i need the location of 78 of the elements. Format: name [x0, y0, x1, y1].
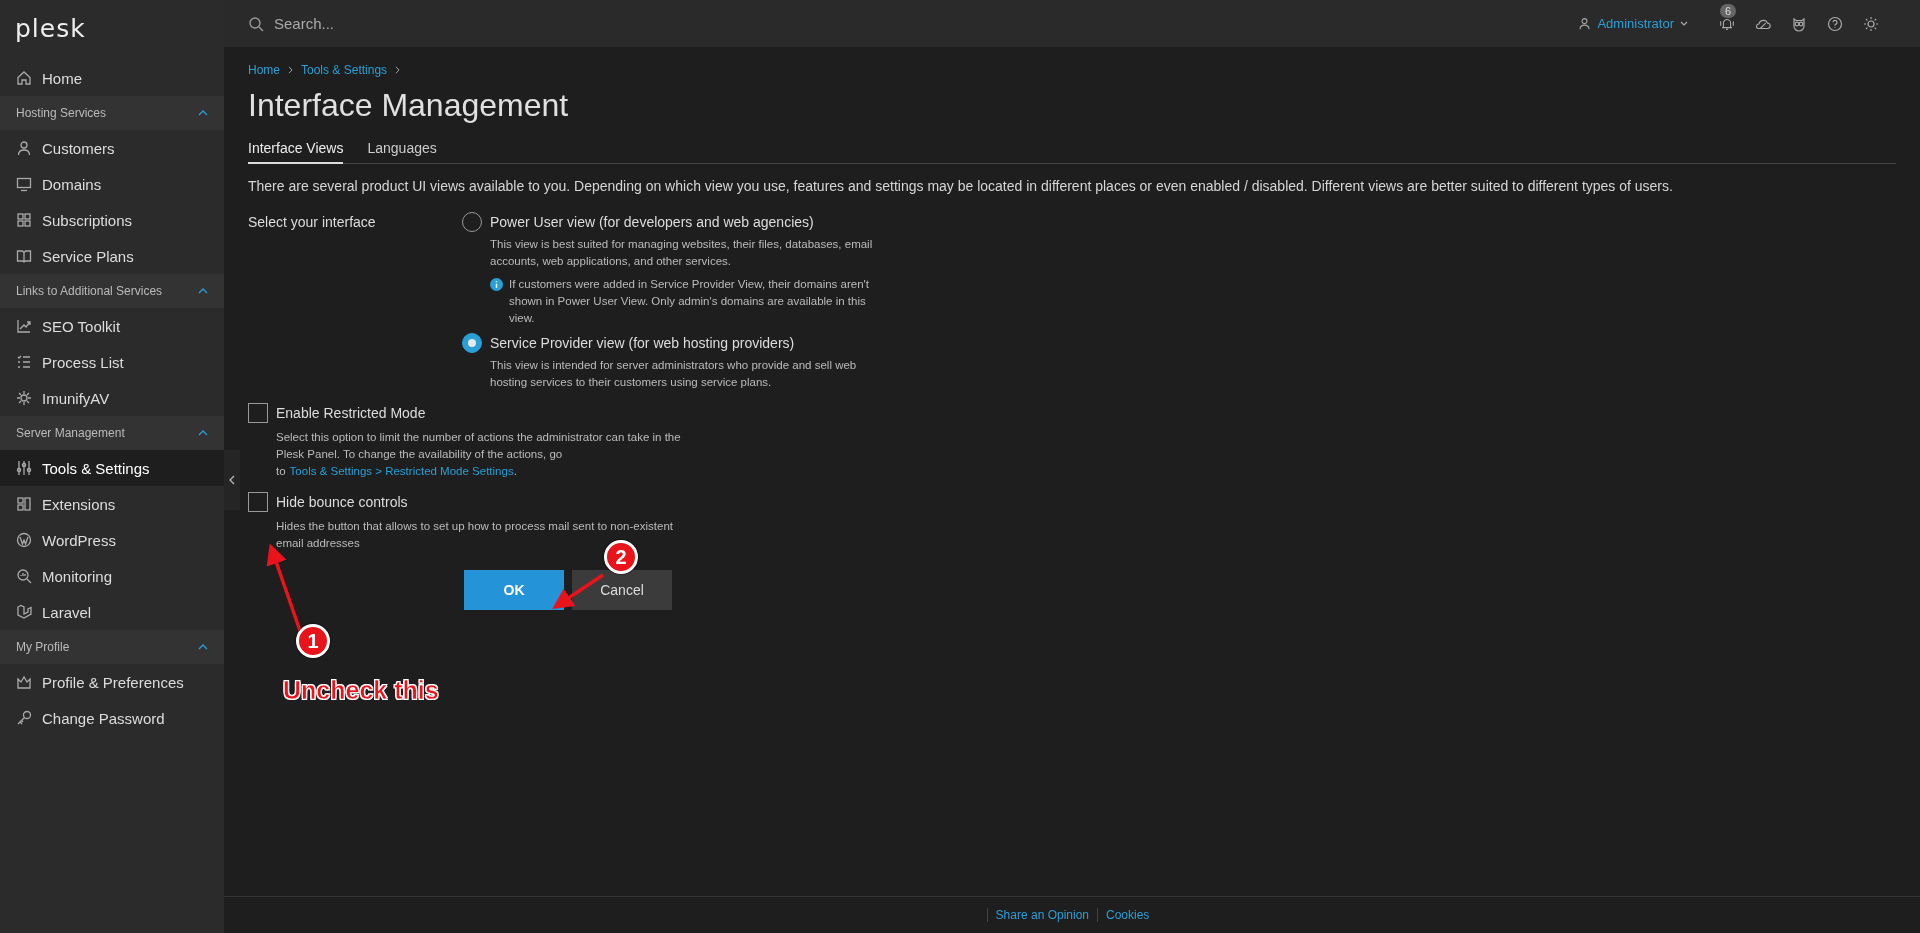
home-icon	[16, 70, 32, 86]
chevron-right-icon	[395, 66, 401, 74]
footer-link[interactable]: Cookies	[1097, 908, 1158, 922]
sidebar-item[interactable]: Home	[0, 60, 224, 96]
gear-icon	[16, 390, 32, 406]
sliders-icon	[16, 460, 32, 476]
crown-icon	[16, 674, 32, 690]
chart-icon	[16, 318, 32, 334]
sidebar-item[interactable]: Subscriptions	[0, 202, 224, 238]
tab[interactable]: Interface Views	[248, 138, 344, 164]
tab[interactable]: Languages	[367, 138, 437, 164]
section-header[interactable]: Hosting Services	[0, 96, 224, 130]
sidebar-item[interactable]: Profile & Preferences	[0, 664, 224, 700]
annotation-text: Uncheck this	[283, 676, 439, 705]
field-label: Select your interface	[248, 213, 377, 232]
radio-label: Power User view (for developers and web agencies)	[490, 214, 814, 230]
chevron-right-icon	[288, 66, 293, 74]
user-menu[interactable]: Administrator	[1578, 16, 1688, 31]
step-badge: 2	[604, 540, 638, 574]
sidebar-item[interactable]: Service Plans	[0, 238, 224, 274]
collapse-sidebar-button[interactable]	[224, 450, 240, 510]
section-title: My Profile	[16, 640, 70, 654]
sun-icon[interactable]	[1862, 15, 1880, 32]
search-icon	[248, 15, 264, 32]
key-icon	[16, 710, 32, 726]
option-description: Select this option to limit the number of actions the administrator can take in the Plesk Panel. To change the availability of the actions, go to Tools & Settings > Restricted Mode Settings.	[276, 430, 682, 479]
sidebar-item[interactable]: ImunifyAV	[0, 380, 224, 416]
cancel-button[interactable]: Cancel	[572, 570, 672, 610]
step-badge: 1	[296, 624, 330, 658]
section-title: Server Management	[16, 426, 125, 440]
sidebar-item[interactable]: Customers	[0, 130, 224, 166]
user-icon	[16, 140, 32, 156]
laravel-icon	[16, 604, 32, 620]
intro-text: There are several product UI views available to you. Depending on which view you use, features and settings may be located in different places or even enabled / disabled. Different views are better suited to different types of users.	[248, 178, 1674, 194]
sidebar-item[interactable]: Monitoring	[0, 558, 224, 594]
section-title: Hosting Services	[16, 106, 107, 120]
plesk-logo[interactable]: plesk	[0, 0, 224, 60]
section-title: Links to Additional Services	[16, 284, 163, 298]
checkbox-label: Hide bounce controls	[276, 494, 408, 510]
sidebar-item[interactable]: Tools & Settings	[0, 450, 224, 486]
notification-count: 6	[1720, 3, 1737, 18]
wp-icon	[16, 532, 32, 548]
sidebar-item[interactable]: Extensions	[0, 486, 224, 522]
breadcrumb-link[interactable]: Home	[248, 63, 280, 77]
sidebar-item[interactable]: Change Password	[0, 700, 224, 736]
info-icon	[490, 278, 503, 291]
chevron-left-icon	[229, 475, 235, 485]
magnify-icon	[16, 568, 32, 584]
search-field[interactable]: Search...	[272, 14, 576, 33]
radio-label: Service Provider view (for web hosting providers)	[490, 335, 795, 351]
monitor-icon	[16, 176, 32, 192]
footer-link[interactable]: Share an Opinion	[986, 908, 1097, 922]
help-icon[interactable]	[1826, 15, 1844, 32]
info-note: If customers were added in Service Provider View, their domains aren't shown in Power User View. Only admin's domains are available in this view.	[509, 277, 870, 326]
sidebar-item[interactable]: SEO Toolkit	[0, 308, 224, 344]
book-icon	[16, 248, 32, 264]
sidebar-item[interactable]: Laravel	[0, 594, 224, 630]
radio-button[interactable]	[462, 333, 482, 353]
option-description: This view is intended for server administrators who provide and sell web hosting services to their customers using service plans.	[490, 358, 858, 390]
blocks-icon	[16, 496, 32, 512]
user-icon	[1578, 17, 1592, 30]
page-title: Interface Management	[248, 87, 570, 124]
breadcrumb-link[interactable]: Tools & Settings	[301, 63, 388, 77]
checkbox[interactable]	[248, 403, 268, 423]
owl-icon[interactable]	[1790, 15, 1808, 32]
section-header[interactable]: Links to Additional Services	[0, 274, 224, 308]
sidebar-item[interactable]: Domains	[0, 166, 224, 202]
list-icon	[16, 354, 32, 370]
checkbox-label: Enable Restricted Mode	[276, 405, 426, 421]
section-header[interactable]: My Profile	[0, 630, 224, 664]
caret-icon	[1680, 21, 1688, 26]
checkbox[interactable]	[248, 492, 268, 512]
section-header[interactable]: Server Management	[0, 416, 224, 450]
settings-link[interactable]: Tools & Settings > Restricted Mode Settings	[289, 465, 514, 477]
sidebar-item[interactable]: Process List	[0, 344, 224, 380]
grid-icon	[16, 212, 32, 228]
option-description: This view is best suited for managing websites, their files, databases, email accounts, web applications, and other services.	[490, 237, 874, 269]
sidebar-item[interactable]: WordPress	[0, 522, 224, 558]
